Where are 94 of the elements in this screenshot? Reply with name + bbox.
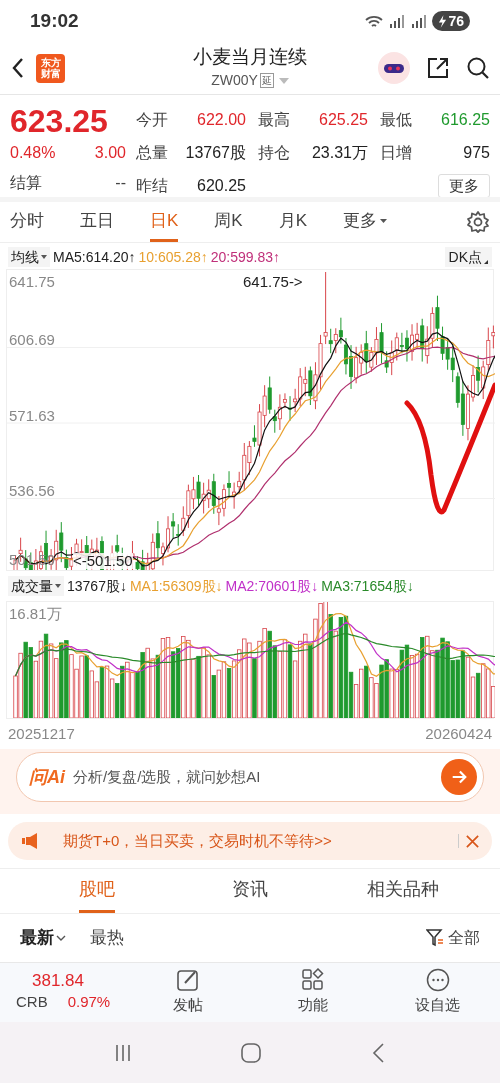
caret-icon [41, 255, 47, 259]
wifi-icon [364, 13, 385, 29]
instrument-code: ZW00Y [211, 71, 258, 90]
indicator-value: MA5:614.20↑ [53, 247, 136, 267]
logo-text: 财富 [40, 68, 61, 79]
content-tab[interactable]: 资讯 [232, 869, 268, 913]
caret-icon [380, 218, 388, 223]
indicator-value: MA3:71654股↓ [321, 576, 414, 596]
axis-label: 16.81万 [9, 606, 62, 622]
field-label: 昨结 [136, 175, 168, 196]
dk-points-button[interactable]: DK点 [444, 247, 492, 267]
battery-level: 76 [448, 11, 464, 31]
ai-logo: 问Ai [29, 765, 65, 789]
caret-icon [55, 584, 61, 588]
chart-tab[interactable]: 月K [278, 202, 308, 242]
content-tab[interactable]: 相关品种 [367, 869, 440, 913]
toolbar-button[interactable]: 功能 [250, 963, 375, 1022]
indicator-value: MA1:56309股↓ [129, 576, 223, 596]
filter-icon [426, 929, 444, 947]
robot-avatar-icon[interactable] [378, 52, 410, 84]
high-price-marker: 641.75-> [243, 274, 303, 290]
indicator-value: 10:605.28↑ [138, 247, 208, 267]
bolt-icon [438, 14, 448, 28]
low-price-marker: <-501.50 [73, 553, 133, 569]
field-value: 622.00 [197, 109, 246, 130]
field-label: 今开 [136, 109, 168, 130]
axis-label: 606.69 [9, 332, 55, 348]
field-value: 13767股 [185, 142, 246, 163]
chart-tab[interactable]: 日K [150, 202, 179, 242]
toolbar-button[interactable]: 设自选 [375, 963, 500, 1022]
promo-banner[interactable]: 期货T+0，当日买卖，交易时机不等待>> [8, 822, 492, 860]
recent-apps-icon[interactable] [115, 1043, 131, 1062]
index-value: 381.84 [32, 971, 85, 992]
sort-option[interactable]: 最新 [20, 925, 66, 951]
share-icon[interactable] [426, 56, 450, 80]
field-value: 616.25 [441, 109, 490, 130]
date-label: 20260424 [425, 723, 492, 744]
placeholder-text: 分析/复盘/选股，就问妙想AI [73, 766, 261, 787]
axis-label: 641.75 [9, 274, 55, 290]
field-label: 最低 [380, 109, 412, 130]
chevron-icon [56, 935, 66, 941]
megaphone-icon [20, 833, 40, 849]
edit-icon [175, 968, 200, 993]
content-tab[interactable]: 股吧 [78, 869, 115, 913]
index-name: CRB [16, 992, 48, 1013]
settings-icon[interactable] [466, 210, 490, 234]
search-icon[interactable] [466, 56, 490, 80]
submit-button[interactable] [441, 759, 477, 795]
axis-label: 571.63 [9, 408, 55, 424]
close-icon[interactable] [465, 833, 480, 849]
axis-label: 536.56 [9, 483, 55, 499]
indicator-selector[interactable]: 成交量 [8, 576, 64, 596]
clock-time: 19:02 [30, 8, 79, 33]
grid-icon [300, 968, 325, 993]
chart-tab[interactable]: 周K [214, 202, 243, 242]
home-icon[interactable] [241, 1042, 261, 1063]
field-label: 结算 [10, 173, 42, 193]
change-value: 3.00 [94, 143, 126, 163]
indicator-value: MA2:70601股↓ [225, 576, 319, 596]
instrument-title: 小麦当月连续 [193, 45, 307, 69]
delay-badge: 延 [259, 73, 274, 88]
corner-icon [484, 260, 488, 264]
date-label: 20251217 [8, 723, 75, 744]
field-label: 持仓 [258, 142, 290, 163]
field-label: 日增 [380, 142, 412, 163]
last-price: 623.25 [10, 102, 109, 141]
field-value: 625.25 [319, 109, 368, 130]
ai-search-field[interactable]: 问Ai 分析/复盘/选股，就问妙想AI [16, 752, 484, 802]
signal-icon [410, 13, 429, 29]
indicator-selector[interactable]: 均线 [8, 247, 50, 267]
chart-tab[interactable]: 五日 [80, 202, 114, 242]
indicator-value: 20:599.83↑ [210, 247, 281, 267]
indicator-value: 13767股↓ [67, 576, 127, 596]
field-value: -- [115, 173, 126, 193]
arrow-icon [450, 768, 468, 786]
signal-icon [388, 13, 407, 29]
logo-text: 东方 [40, 57, 61, 68]
promo-text: 期货T+0，当日买卖，交易时机不等待>> [63, 830, 332, 851]
field-value: 620.25 [197, 175, 246, 196]
axis-label: 501.50 [9, 552, 55, 568]
change-percent: 0.48% [10, 143, 56, 163]
filter-button[interactable]: 全部 [426, 926, 480, 950]
sort-option[interactable]: 最热 [90, 925, 124, 951]
field-label: 最高 [258, 109, 290, 130]
chart-tab[interactable]: 更多 [343, 202, 388, 242]
back-icon[interactable] [10, 56, 26, 80]
index-change: 0.97% [67, 992, 111, 1013]
toolbar-button[interactable]: 发帖 [125, 963, 250, 1022]
field-value: 975 [463, 142, 490, 163]
more-button[interactable]: 更多 [438, 173, 490, 198]
field-value: 23.31万 [311, 142, 368, 163]
more-icon [425, 968, 450, 993]
field-label: 总量 [136, 142, 168, 163]
chart-tab[interactable]: 分时 [10, 202, 44, 242]
